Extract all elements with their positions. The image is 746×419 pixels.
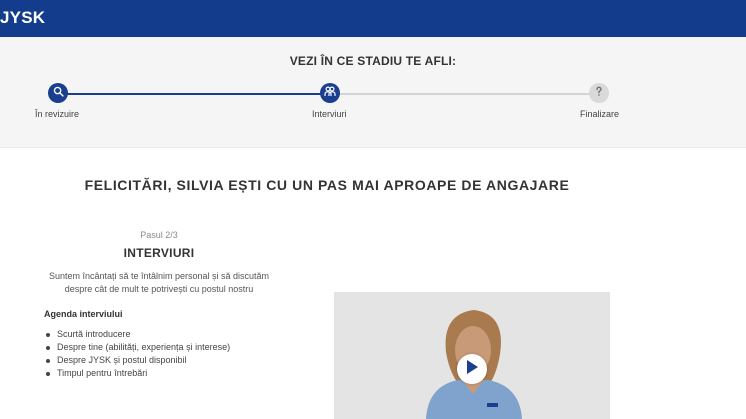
agenda-item: Scurtă introducere: [44, 328, 283, 341]
step-interview-marker: [320, 83, 340, 103]
play-button[interactable]: [457, 354, 487, 384]
progress-panel: VEZI ÎN CE STADIU TE AFLI: În revizuire …: [0, 37, 746, 148]
search-icon: [53, 84, 64, 102]
agenda-list: Scurtă introducere Despre tine (abilităț…: [35, 328, 283, 380]
step-count: Pasul 2/3: [140, 230, 178, 240]
step-interview-label: Interviuri: [312, 109, 347, 119]
step-review-marker: [48, 83, 68, 103]
agenda-item: Despre tine (abilități, experiența și in…: [44, 341, 283, 354]
progress-title: VEZI ÎN CE STADIU TE AFLI:: [289, 54, 457, 68]
question-icon: [594, 84, 604, 102]
step-review-label: În revizuire: [35, 109, 80, 119]
intro-text: Suntem încântați să te întâlnim personal…: [48, 271, 270, 294]
interview-info: Pasul 2/3 INTERVIURI Suntem încântați să…: [35, 230, 283, 380]
step-final-label: Finalizare: [580, 109, 620, 119]
step-heading: INTERVIURI: [123, 246, 195, 260]
progress-track-remaining: [330, 93, 600, 95]
agenda-item: Timpul pentru întrebări: [44, 367, 283, 380]
top-header: JYSK: [0, 0, 746, 37]
agenda-title: Agenda interviului: [44, 309, 123, 319]
agenda-item: Despre JYSK și postul disponibil: [44, 354, 283, 367]
congratulations-headline: FELICITĂRI, SILVIA EȘTI CU UN PAS MAI AP…: [84, 177, 570, 193]
step-final-marker: [589, 83, 609, 103]
intro-video[interactable]: [334, 292, 610, 419]
jysk-logo[interactable]: JYSK: [0, 8, 45, 28]
people-icon: [324, 84, 336, 102]
play-icon: [465, 359, 479, 380]
progress-track-completed: [58, 93, 330, 95]
